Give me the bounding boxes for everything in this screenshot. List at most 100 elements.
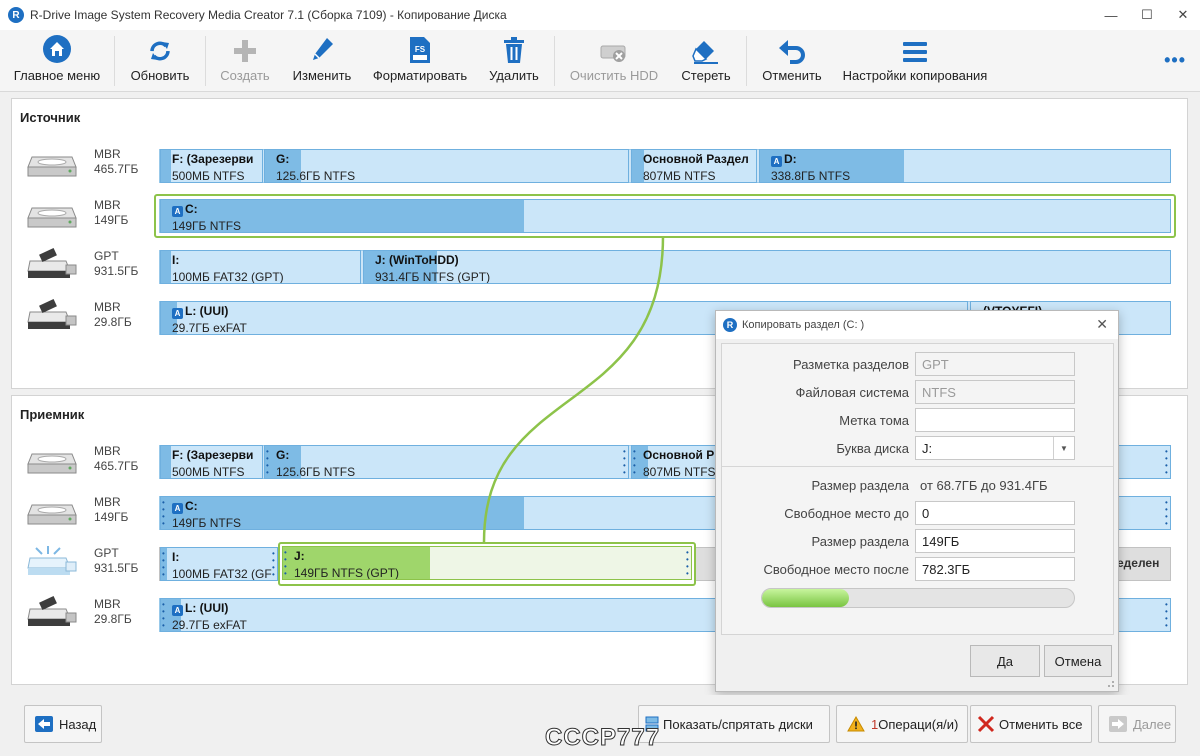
resize-handle[interactable]: • • • • bbox=[1165, 601, 1169, 630]
refresh-icon bbox=[147, 30, 173, 64]
format-button[interactable]: FS Форматировать bbox=[368, 30, 472, 92]
volume-label-label: Метка тома bbox=[839, 413, 909, 428]
disk-type: MBR bbox=[94, 147, 121, 161]
new-partition-block[interactable]: • • • • J: 149ГБ NTFS (GPT) • • • • bbox=[282, 546, 692, 580]
partition-info: 500МБ NTFS bbox=[172, 465, 245, 479]
partition-block[interactable]: Основной Раздел 807МБ NTFS bbox=[631, 149, 757, 183]
chevron-down-icon[interactable]: ▼ bbox=[1053, 437, 1074, 459]
free-before-input[interactable]: 0 bbox=[915, 501, 1075, 525]
partition-size-input[interactable]: 149ГБ bbox=[915, 529, 1075, 553]
disk-type: MBR bbox=[94, 300, 121, 314]
undo-all-label: Отменить все bbox=[999, 716, 1083, 732]
refresh-label: Обновить bbox=[130, 68, 190, 83]
disk-type: MBR bbox=[94, 444, 121, 458]
clear-hdd-label: Очистить HDD bbox=[569, 68, 659, 83]
target-title: Приемник bbox=[20, 407, 85, 422]
volume-label-input[interactable] bbox=[915, 408, 1075, 432]
main-menu-button[interactable]: Главное меню bbox=[12, 30, 102, 92]
minimize-button[interactable]: — bbox=[1094, 0, 1128, 30]
partition-block[interactable]: G: 125.6ГБ NTFS bbox=[264, 149, 629, 183]
undo-button[interactable]: Отменить bbox=[755, 30, 829, 92]
close-button[interactable]: ✕ bbox=[1166, 0, 1200, 30]
resize-handle[interactable]: • • • • bbox=[686, 549, 690, 578]
partition-name: L: (UUI) bbox=[185, 601, 229, 615]
disk-size: 465.7ГБ bbox=[94, 459, 139, 473]
disk-type: GPT bbox=[94, 546, 119, 560]
resize-handle[interactable]: • • • • bbox=[266, 448, 270, 477]
partition-block[interactable]: F: (Зарезерви 500МБ NTFS bbox=[160, 149, 263, 183]
r-drive-logo-icon: R bbox=[8, 7, 24, 23]
format-label: Форматировать bbox=[372, 68, 468, 83]
free-after-input[interactable]: 782.3ГБ bbox=[915, 557, 1075, 581]
unallocated-block[interactable]: еделен bbox=[1114, 547, 1171, 581]
partition-name: I: bbox=[172, 550, 180, 564]
source-title: Источник bbox=[20, 110, 81, 125]
partition-size-label: Размер раздела bbox=[811, 534, 909, 549]
cancel-button[interactable]: Отмена bbox=[1044, 645, 1112, 677]
copy-settings-button[interactable]: Настройки копирования bbox=[838, 30, 992, 92]
partition-size-range-value: от 68.7ГБ до 931.4ГБ bbox=[920, 478, 1048, 493]
dialog-close-button[interactable]: ✕ bbox=[1096, 316, 1108, 333]
drive-letter-value: J: bbox=[922, 441, 933, 456]
resize-handle[interactable]: • • • • bbox=[162, 499, 166, 528]
create-button[interactable]: Создать bbox=[212, 30, 278, 92]
partition-block[interactable]: I: 100МБ FAT32 (GPT) bbox=[160, 250, 361, 284]
resize-handle[interactable]: • • • • bbox=[1165, 499, 1169, 528]
resize-handle[interactable]: • • • • bbox=[162, 601, 166, 630]
partition-name: Основной Раздел bbox=[643, 152, 749, 166]
next-button[interactable]: Далее bbox=[1098, 705, 1176, 743]
partition-info: 29.7ГБ exFAT bbox=[172, 618, 247, 632]
erase-label: Стереть bbox=[681, 68, 731, 83]
back-button[interactable]: Назад bbox=[24, 705, 102, 743]
refresh-button[interactable]: Обновить bbox=[122, 30, 198, 92]
disk-size: 465.7ГБ bbox=[94, 162, 139, 176]
partition-block[interactable]: A D: 338.8ГБ NTFS bbox=[759, 149, 1171, 183]
hdd-icon bbox=[27, 453, 77, 474]
resize-handle[interactable]: • • • • bbox=[1165, 448, 1169, 477]
partition-size-range-label: Размер раздела bbox=[811, 478, 909, 493]
operations-count: 1 bbox=[871, 716, 879, 732]
show-hide-disks-button[interactable]: Показать/спрятать диски bbox=[638, 705, 830, 743]
operations-button[interactable]: 1 Операци(я/и) bbox=[836, 705, 968, 743]
disk-size: 29.8ГБ bbox=[94, 612, 132, 626]
partition-name: D: bbox=[784, 152, 797, 166]
erase-button[interactable]: Стереть bbox=[674, 30, 738, 92]
disk-size: 29.8ГБ bbox=[94, 315, 132, 329]
clear-hdd-button[interactable]: Очистить HDD bbox=[562, 30, 666, 92]
partition-name: J: (WinToHDD) bbox=[375, 253, 459, 267]
more-options-button[interactable]: ••• bbox=[1164, 50, 1186, 71]
partition-block[interactable]: • • • • G: 125.6ГБ NTFS • • • • bbox=[264, 445, 629, 479]
resize-handle[interactable]: • • • • bbox=[272, 550, 276, 579]
format-fs-icon: FS bbox=[408, 30, 432, 64]
resize-handle[interactable]: • • • • bbox=[633, 448, 637, 477]
hamburger-icon bbox=[902, 30, 928, 64]
disk-type: MBR bbox=[94, 597, 121, 611]
partition-block-selected[interactable]: A C: 149ГБ NTFS bbox=[160, 199, 1171, 233]
usb-drive-icon bbox=[27, 247, 77, 278]
system-partition-icon: A bbox=[172, 605, 183, 616]
new-partition-frame: • • • • J: 149ГБ NTFS (GPT) • • • • bbox=[278, 542, 696, 586]
system-partition-icon: A bbox=[172, 308, 183, 319]
partition-name: G: bbox=[276, 448, 290, 462]
partition-info: 100МБ FAT32 (GPT) bbox=[172, 270, 284, 284]
maximize-button[interactable]: ☐ bbox=[1130, 0, 1164, 30]
resize-handle[interactable]: • • • • bbox=[284, 549, 288, 578]
ok-button[interactable]: Да bbox=[970, 645, 1040, 677]
resize-handle[interactable]: • • • • bbox=[162, 550, 166, 579]
edit-button[interactable]: Изменить bbox=[285, 30, 359, 92]
partition-info: 500МБ NTFS bbox=[172, 169, 245, 183]
delete-button[interactable]: Удалить bbox=[482, 30, 546, 92]
drive-letter-select[interactable]: J: ▼ bbox=[915, 436, 1075, 460]
dialog-content: Разметка разделов GPT Файловая система N… bbox=[721, 343, 1114, 635]
undo-all-button[interactable]: Отменить все bbox=[970, 705, 1092, 743]
create-label: Создать bbox=[220, 68, 270, 83]
partition-size-slider[interactable] bbox=[761, 588, 1075, 608]
partition-scheme-label: Разметка разделов bbox=[792, 357, 909, 372]
partition-block[interactable]: J: (WinToHDD) 931.4ГБ NTFS (GPT) bbox=[363, 250, 1171, 284]
partition-block[interactable]: • • • • I: 100МБ FAT32 (GF • • • • bbox=[160, 547, 278, 581]
resize-handle[interactable]: • • • • bbox=[623, 448, 627, 477]
title-bar: R R-Drive Image System Recovery Media Cr… bbox=[0, 0, 1200, 30]
delete-label: Удалить bbox=[489, 68, 539, 83]
partition-block[interactable]: F: (Зарезерви 500МБ NTFS bbox=[160, 445, 263, 479]
resize-grip-icon[interactable] bbox=[1107, 680, 1115, 688]
